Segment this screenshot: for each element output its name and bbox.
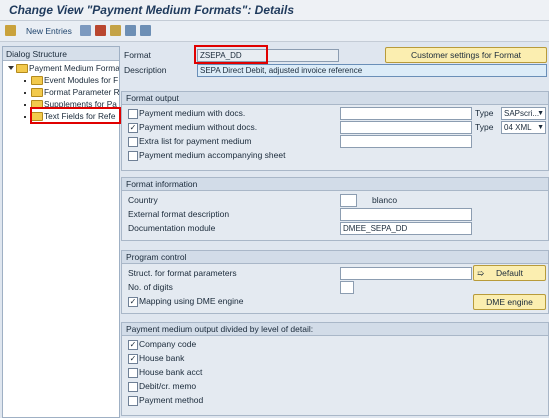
highlight-box-format (194, 45, 268, 64)
previous-entry-icon[interactable] (125, 25, 136, 36)
payment-without-docs-label: Payment medium without docs. (139, 122, 258, 132)
house-bank-acct-label: House bank acct (139, 367, 203, 377)
bullet-icon (24, 116, 26, 118)
arrow-right-icon: ➯ (477, 268, 485, 278)
digits-field[interactable] (340, 281, 354, 294)
mapping-dme-label: Mapping using DME engine (139, 296, 244, 306)
format-label: Format (124, 50, 151, 60)
external-format-field[interactable] (340, 208, 472, 221)
tree-item-event-modules[interactable]: Event Modules for F (23, 75, 119, 86)
page-title: Change View "Payment Medium Formats": De… (9, 3, 294, 17)
company-code-label: Company code (139, 339, 197, 349)
type-select-1[interactable]: SAPscri... ▼ (501, 107, 546, 120)
country-field[interactable] (340, 194, 357, 207)
bullet-icon (24, 104, 26, 106)
bullet-icon (24, 92, 26, 94)
type-label-1: Type (475, 108, 494, 118)
payment-with-docs-label: Payment medium with docs. (139, 108, 246, 118)
company-code-checkbox[interactable]: ✓ (128, 340, 138, 350)
customer-settings-button[interactable]: Customer settings for Format (385, 47, 547, 63)
application-toolbar: New Entries (0, 21, 549, 42)
format-information-title: Format information (126, 179, 198, 189)
tree-item-root[interactable]: Payment Medium Forma (7, 63, 119, 74)
dialog-structure-panel: Dialog Structure Payment Medium Forma Ev… (2, 46, 121, 418)
doc-module-field[interactable]: DMEE_SEPA_DD (340, 222, 472, 235)
description-field[interactable]: SEPA Direct Debit, adjusted invoice refe… (197, 64, 547, 77)
program-control-group: Program control Struct. for format param… (121, 250, 549, 314)
undo-icon[interactable] (110, 25, 121, 36)
bullet-icon (24, 80, 26, 82)
dialog-structure-header: Dialog Structure (3, 47, 119, 61)
payment-levels-group: Payment medium output divided by level o… (121, 322, 549, 416)
debit-credit-memo-label: Debit/cr. memo (139, 381, 197, 391)
detail-area: Format ZSEPA_DD Customer settings for Fo… (121, 45, 549, 416)
format-information-group: Format information Country blanco Extern… (121, 177, 549, 241)
payment-method-label: Payment method (139, 395, 204, 405)
accompanying-sheet-checkbox[interactable] (128, 151, 138, 161)
dialog-structure-title: Dialog Structure (6, 49, 67, 59)
payment-with-docs-field[interactable] (340, 107, 472, 120)
expand-triangle-icon[interactable] (8, 66, 14, 70)
title-bar: Change View "Payment Medium Formats": De… (0, 0, 549, 21)
country-label: Country (128, 195, 158, 205)
struct-label: Struct. for format parameters (128, 268, 237, 278)
type-label-2: Type (475, 122, 494, 132)
house-bank-checkbox[interactable]: ✓ (128, 354, 138, 364)
folder-icon (31, 76, 43, 85)
doc-module-label: Documentation module (128, 223, 216, 233)
payment-method-checkbox[interactable] (128, 396, 138, 406)
tree-item-format-parameter[interactable]: Format Parameter R (23, 87, 119, 98)
format-output-title: Format output (126, 93, 179, 103)
edit-glasses-icon[interactable] (5, 25, 16, 36)
house-bank-acct-checkbox[interactable] (128, 368, 138, 378)
folder-open-icon (16, 64, 28, 73)
payment-without-docs-field[interactable] (340, 121, 472, 134)
new-entries-button[interactable]: New Entries (26, 26, 72, 36)
dme-engine-button[interactable]: DME engine (473, 294, 546, 310)
debit-credit-memo-checkbox[interactable] (128, 382, 138, 392)
payment-without-docs-checkbox[interactable]: ✓ (128, 123, 138, 133)
extra-list-field[interactable] (340, 135, 472, 148)
house-bank-label: House bank (139, 353, 185, 363)
external-format-label: External format description (128, 209, 230, 219)
next-entry-icon[interactable] (140, 25, 151, 36)
payment-with-docs-checkbox[interactable] (128, 109, 138, 119)
dropdown-arrow-icon: ▼ (537, 110, 544, 117)
struct-field[interactable] (340, 267, 472, 280)
extra-list-label: Extra list for payment medium (139, 136, 252, 146)
description-label: Description (124, 65, 167, 75)
format-output-group: Format output Payment medium with docs. … (121, 91, 549, 171)
digits-label: No. of digits (128, 282, 173, 292)
accompanying-sheet-label: Payment medium accompanying sheet (139, 150, 286, 160)
program-control-title: Program control (126, 252, 187, 262)
payment-levels-title: Payment medium output divided by level o… (126, 324, 314, 334)
type-select-2[interactable]: 04 XML ▼ (501, 121, 546, 134)
default-button[interactable]: ➯ Default (473, 265, 546, 281)
highlight-box-text-fields (30, 107, 121, 124)
country-text: blanco (372, 195, 398, 205)
mapping-dme-checkbox[interactable]: ✓ (128, 297, 138, 307)
delete-icon[interactable] (95, 25, 106, 36)
dropdown-arrow-icon: ▼ (537, 124, 544, 131)
extra-list-checkbox[interactable] (128, 137, 138, 147)
folder-icon (31, 88, 43, 97)
copy-icon[interactable] (80, 25, 91, 36)
